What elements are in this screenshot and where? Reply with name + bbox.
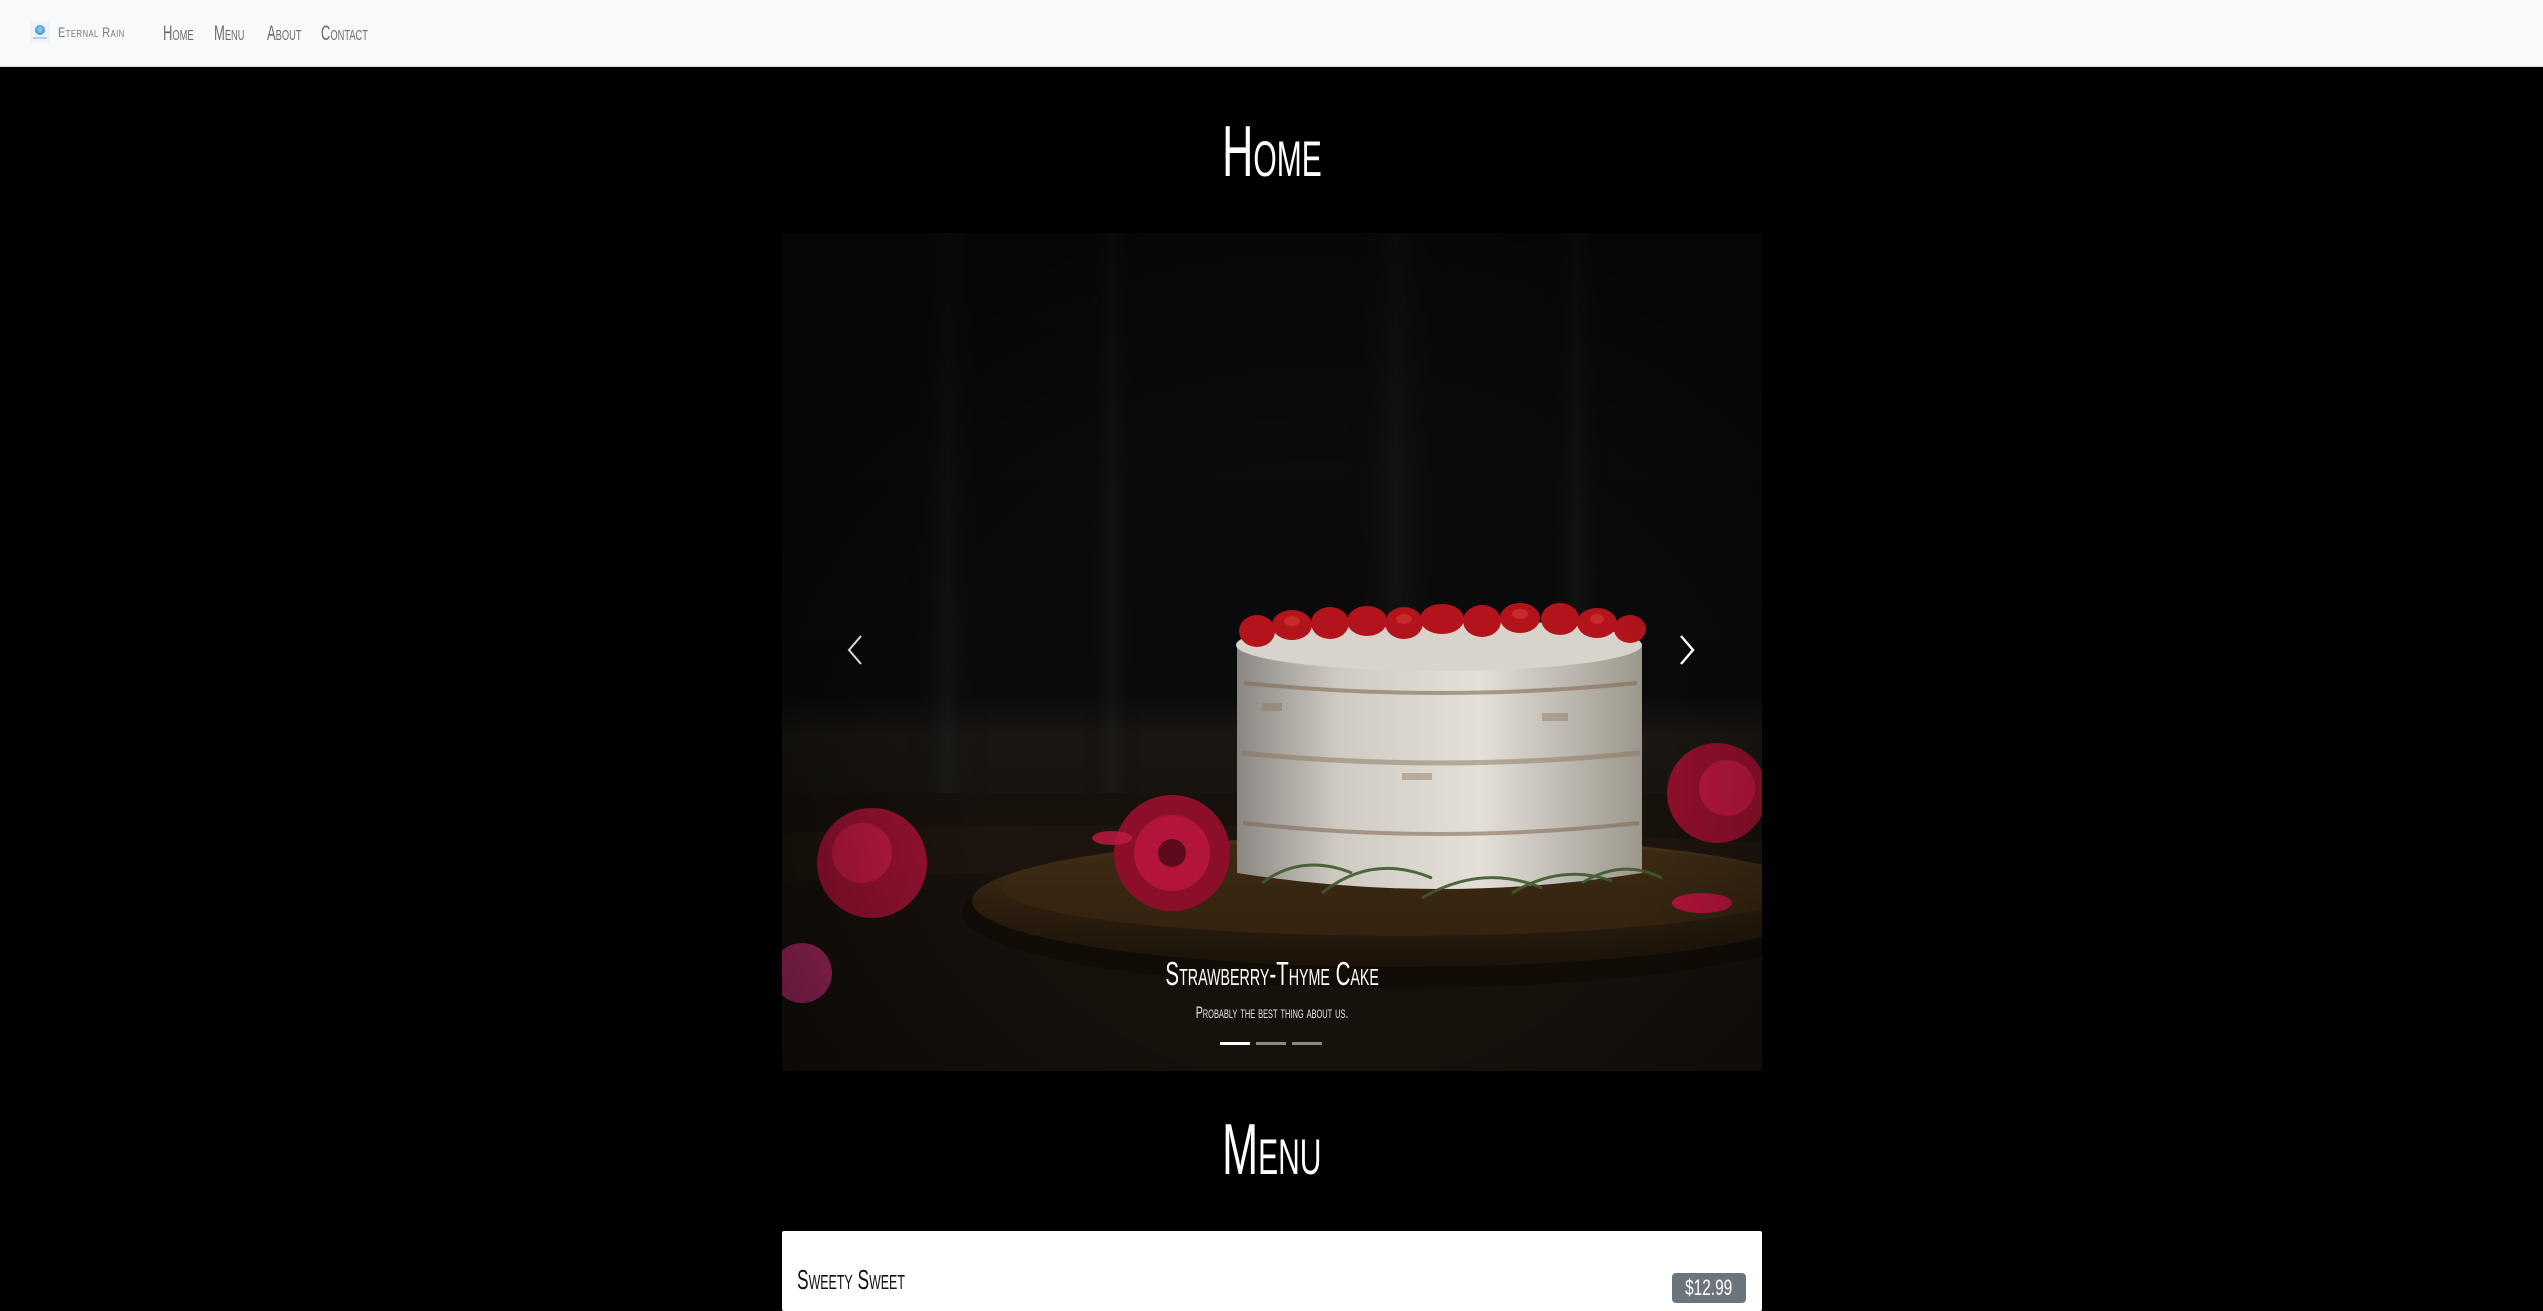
chevron-left-icon — [843, 630, 867, 675]
raindrop-logo-icon — [30, 22, 50, 42]
hero-carousel: Strawberry-Thyme Cake Probably the best … — [782, 233, 1762, 1071]
menu-heading-text: Menu — [1221, 1110, 1322, 1190]
menu-item-name: Sweety Sweet — [797, 1264, 971, 1296]
carousel-indicator-3[interactable] — [1292, 1042, 1322, 1045]
brand-name: Eternal Rain — [58, 24, 125, 40]
price-badge-text: $12.99 — [1685, 1275, 1733, 1300]
carousel-caption-title: Strawberry-Thyme Cake — [782, 955, 1762, 993]
menu-item-card: Sweety Sweet $12.99 — [782, 1231, 1762, 1311]
nav-link-about[interactable]: About — [267, 22, 302, 46]
carousel-caption-subtitle: Probably the best thing about us. — [782, 1003, 1762, 1023]
home-heading-text: Home — [1221, 112, 1322, 192]
menu-item-name-text: Sweety Sweet — [797, 1264, 905, 1295]
carousel-indicator-2[interactable] — [1256, 1042, 1286, 1045]
nav-link-contact[interactable]: Contact — [321, 22, 368, 46]
carousel-slide-image — [782, 233, 1762, 1071]
nav-link-menu[interactable]: Menu — [214, 22, 244, 46]
carousel-prev-button[interactable] — [820, 617, 890, 687]
chevron-right-icon — [1675, 630, 1699, 675]
home-heading: Home — [0, 116, 2543, 188]
price-badge: $12.99 — [1672, 1273, 1746, 1303]
menu-heading: Menu — [0, 1114, 2543, 1186]
brand-link[interactable]: Eternal Rain — [30, 20, 143, 44]
carousel-next-button[interactable] — [1652, 617, 1722, 687]
caption-title-text: Strawberry-Thyme Cake — [1165, 955, 1379, 992]
nav-link-home[interactable]: Home — [163, 22, 194, 46]
top-navbar: Eternal Rain Home Menu About Contact — [0, 0, 2543, 67]
caption-subtitle-text: Probably the best thing about us. — [1195, 1003, 1349, 1022]
carousel-indicators — [1220, 1042, 1322, 1045]
carousel-indicator-1[interactable] — [1220, 1042, 1250, 1045]
